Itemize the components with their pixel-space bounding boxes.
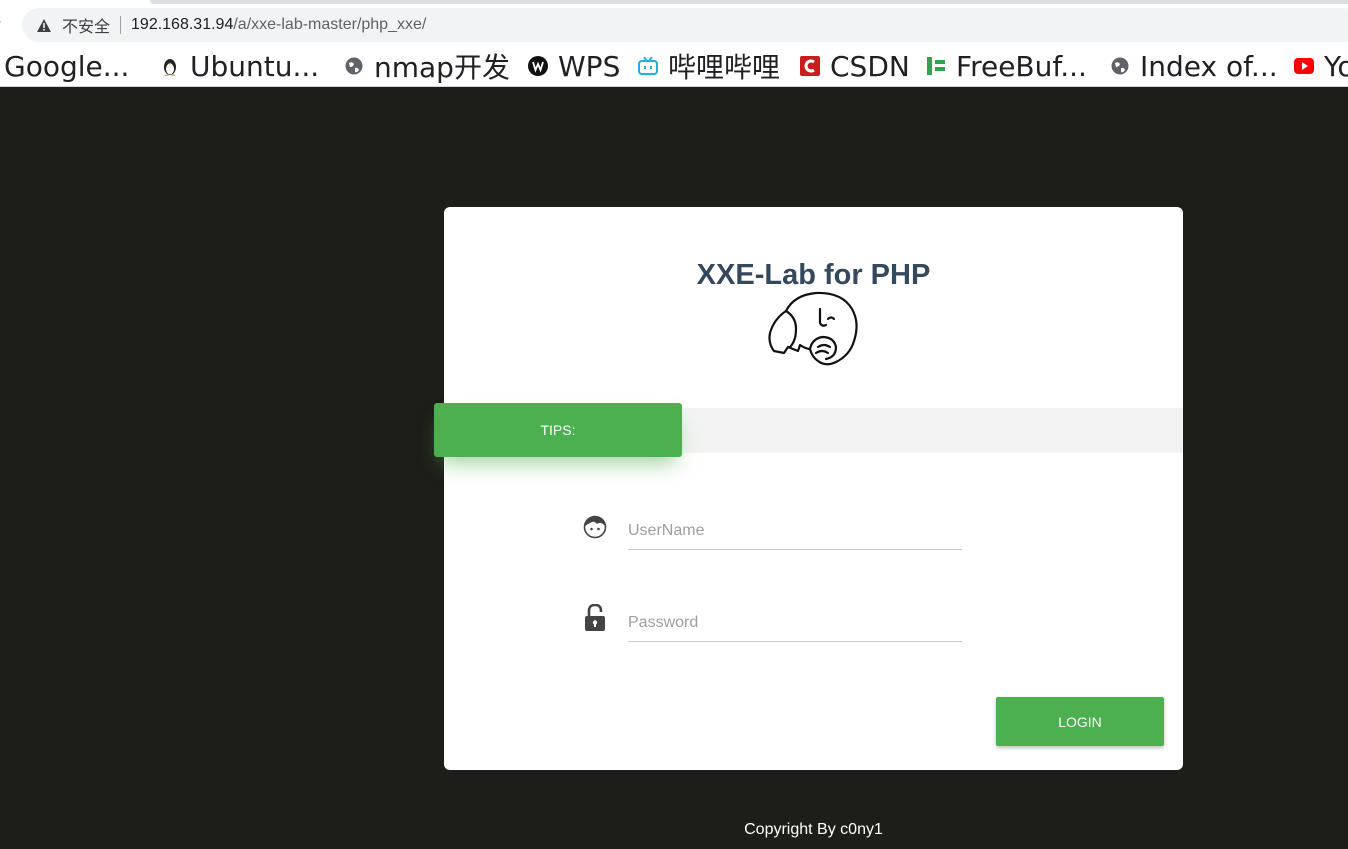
bookmark-wps[interactable]: WPS xyxy=(528,48,620,84)
back-arrow-icon[interactable]: › xyxy=(0,14,2,30)
bookmark-google[interactable]: Google... xyxy=(4,48,129,84)
globe-icon xyxy=(344,56,364,76)
username-input[interactable] xyxy=(628,512,962,550)
bookmarks-bar: Google... Ubuntu... nmap开发 WPS 哔哩哔哩 CSDN xyxy=(0,44,1348,87)
login-button[interactable]: LOGIN xyxy=(996,697,1164,746)
user-face-icon xyxy=(582,512,608,542)
bookmark-label: Index of... xyxy=(1140,49,1278,83)
bookmark-label: FreeBuf... xyxy=(956,49,1087,83)
bookmark-nmap[interactable]: nmap开发 xyxy=(344,48,510,84)
address-bar[interactable]: 不安全 192.168.31.94/a/xxe-lab-master/php_x… xyxy=(22,8,1348,42)
bilibili-icon xyxy=(638,56,658,76)
tab-strip xyxy=(150,0,1348,4)
wps-icon xyxy=(528,56,548,76)
bookmark-ubuntu[interactable]: Ubuntu... xyxy=(160,48,319,84)
copyright-text: Copyright By c0ny1 xyxy=(744,821,883,838)
bookmark-label: Yo xyxy=(1324,49,1348,83)
youtube-icon xyxy=(1294,56,1314,76)
tux-icon xyxy=(160,56,180,76)
bookmark-freebuf[interactable]: FreeBuf... xyxy=(926,48,1087,84)
bookmark-csdn[interactable]: CSDN xyxy=(800,48,910,84)
bookmark-bilibili[interactable]: 哔哩哔哩 xyxy=(638,48,780,84)
bookmark-label: Ubuntu... xyxy=(190,49,320,83)
url-host: 192.168.31.94 xyxy=(131,16,234,33)
url-text[interactable]: 192.168.31.94/a/xxe-lab-master/php_xxe/ xyxy=(131,16,426,34)
bookmark-index-of[interactable]: Index of... xyxy=(1110,48,1278,84)
warning-icon xyxy=(36,17,52,33)
url-path: /a/xxe-lab-master/php_xxe/ xyxy=(233,16,427,33)
security-label[interactable]: 不安全 xyxy=(62,13,110,37)
divider xyxy=(120,16,122,34)
bookmark-label: Google... xyxy=(4,49,130,83)
bookmark-label: CSDN xyxy=(830,49,910,83)
page-title: XXE-Lab for PHP xyxy=(696,259,931,291)
bookmark-youtube[interactable]: Yo xyxy=(1294,48,1348,84)
elephant-logo-icon xyxy=(766,289,862,369)
globe-icon xyxy=(1110,56,1130,76)
csdn-icon xyxy=(800,56,820,76)
bookmark-label: 哔哩哔哩 xyxy=(668,51,781,84)
browser-toolbar: › 不安全 192.168.31.94/a/xxe-lab-master/php… xyxy=(0,0,1348,44)
freebuf-icon xyxy=(926,56,946,76)
lock-icon xyxy=(582,603,608,633)
login-card: XXE-Lab for PHP LOGIN xyxy=(444,207,1183,770)
password-input[interactable] xyxy=(628,604,962,642)
bookmark-label: nmap开发 xyxy=(374,51,510,84)
bookmark-label: WPS xyxy=(558,49,621,83)
tips-button[interactable]: TIPS: xyxy=(434,403,682,457)
